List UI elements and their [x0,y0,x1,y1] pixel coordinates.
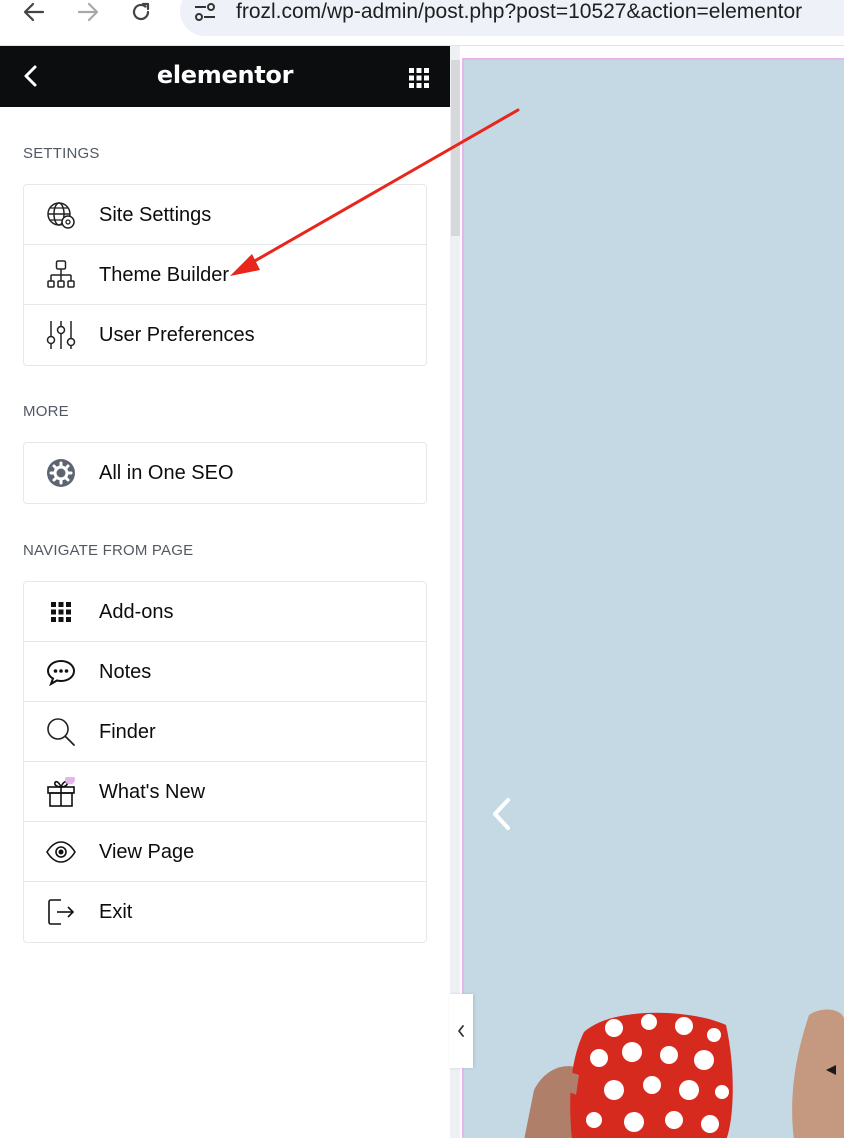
menu-item-label: View Page [99,841,195,863]
eye-icon [45,837,77,867]
sitemap-icon [45,260,77,290]
elementor-logo: elementor [156,61,294,89]
back-arrow-icon[interactable] [16,0,52,24]
menu-item-label: User Preferences [99,324,255,346]
scrollbar-thumb[interactable] [451,60,460,236]
reload-icon[interactable] [123,0,159,24]
gift-icon [45,774,77,807]
aioseo-gear-icon [45,458,77,488]
menu-item-label: What's New [99,781,206,803]
section-title-navigate: NAVIGATE FROM PAGE [23,542,194,559]
section-title-settings: SETTINGS [23,145,100,162]
preview-canvas[interactable] [462,58,844,1138]
slider-prev-chevron-icon [493,798,510,830]
menu-item-add-ons[interactable]: Add-ons [24,582,426,642]
panel-header: elementor [0,46,450,107]
menu-item-user-preferences[interactable]: User Preferences [24,305,426,365]
menu-item-all-in-one-seo[interactable]: All in One SEO [24,443,426,503]
menu-item-site-settings[interactable]: Site Settings [24,185,426,245]
navigate-group: Add-ons Notes Finder What's New View Pag… [23,581,427,943]
menu-item-label: Add-ons [99,601,174,623]
sliders-icon [45,320,77,350]
menu-item-label: Site Settings [99,204,212,226]
menu-item-notes[interactable]: Notes [24,642,426,702]
url-text[interactable]: frozl.com/wp-admin/post.php?post=10527&a… [236,0,802,24]
menu-item-whats-new[interactable]: What's New [24,762,426,822]
menu-item-exit[interactable]: Exit [24,882,426,942]
exit-icon [45,897,77,927]
menu-item-label: Theme Builder [99,264,230,286]
preview-image [493,798,844,1138]
more-group: All in One SEO [23,442,427,504]
collapse-panel-button[interactable] [449,994,473,1068]
apps-grid-icon[interactable] [408,67,430,89]
search-icon [45,717,77,747]
menu-item-theme-builder[interactable]: Theme Builder [24,245,426,305]
settings-group: Site Settings Theme Builder User Prefere… [23,184,427,366]
browser-toolbar: frozl.com/wp-admin/post.php?post=10527&a… [0,0,844,46]
comment-icon [45,657,77,687]
forward-arrow-icon[interactable] [70,0,106,24]
menu-item-label: Finder [99,721,156,743]
apps-grid-icon [45,597,77,627]
menu-item-view-page[interactable]: View Page [24,822,426,882]
globe-settings-icon [45,200,77,230]
elementor-menu-panel: elementor SETTINGS Site Settings Theme B… [0,46,450,1138]
chevron-left-icon [458,1025,464,1037]
menu-item-label: All in One SEO [99,462,234,484]
menu-item-label: Notes [99,661,152,683]
section-title-more: MORE [23,403,69,420]
menu-item-label: Exit [99,901,133,923]
menu-item-finder[interactable]: Finder [24,702,426,762]
site-info-icon[interactable] [192,0,218,24]
